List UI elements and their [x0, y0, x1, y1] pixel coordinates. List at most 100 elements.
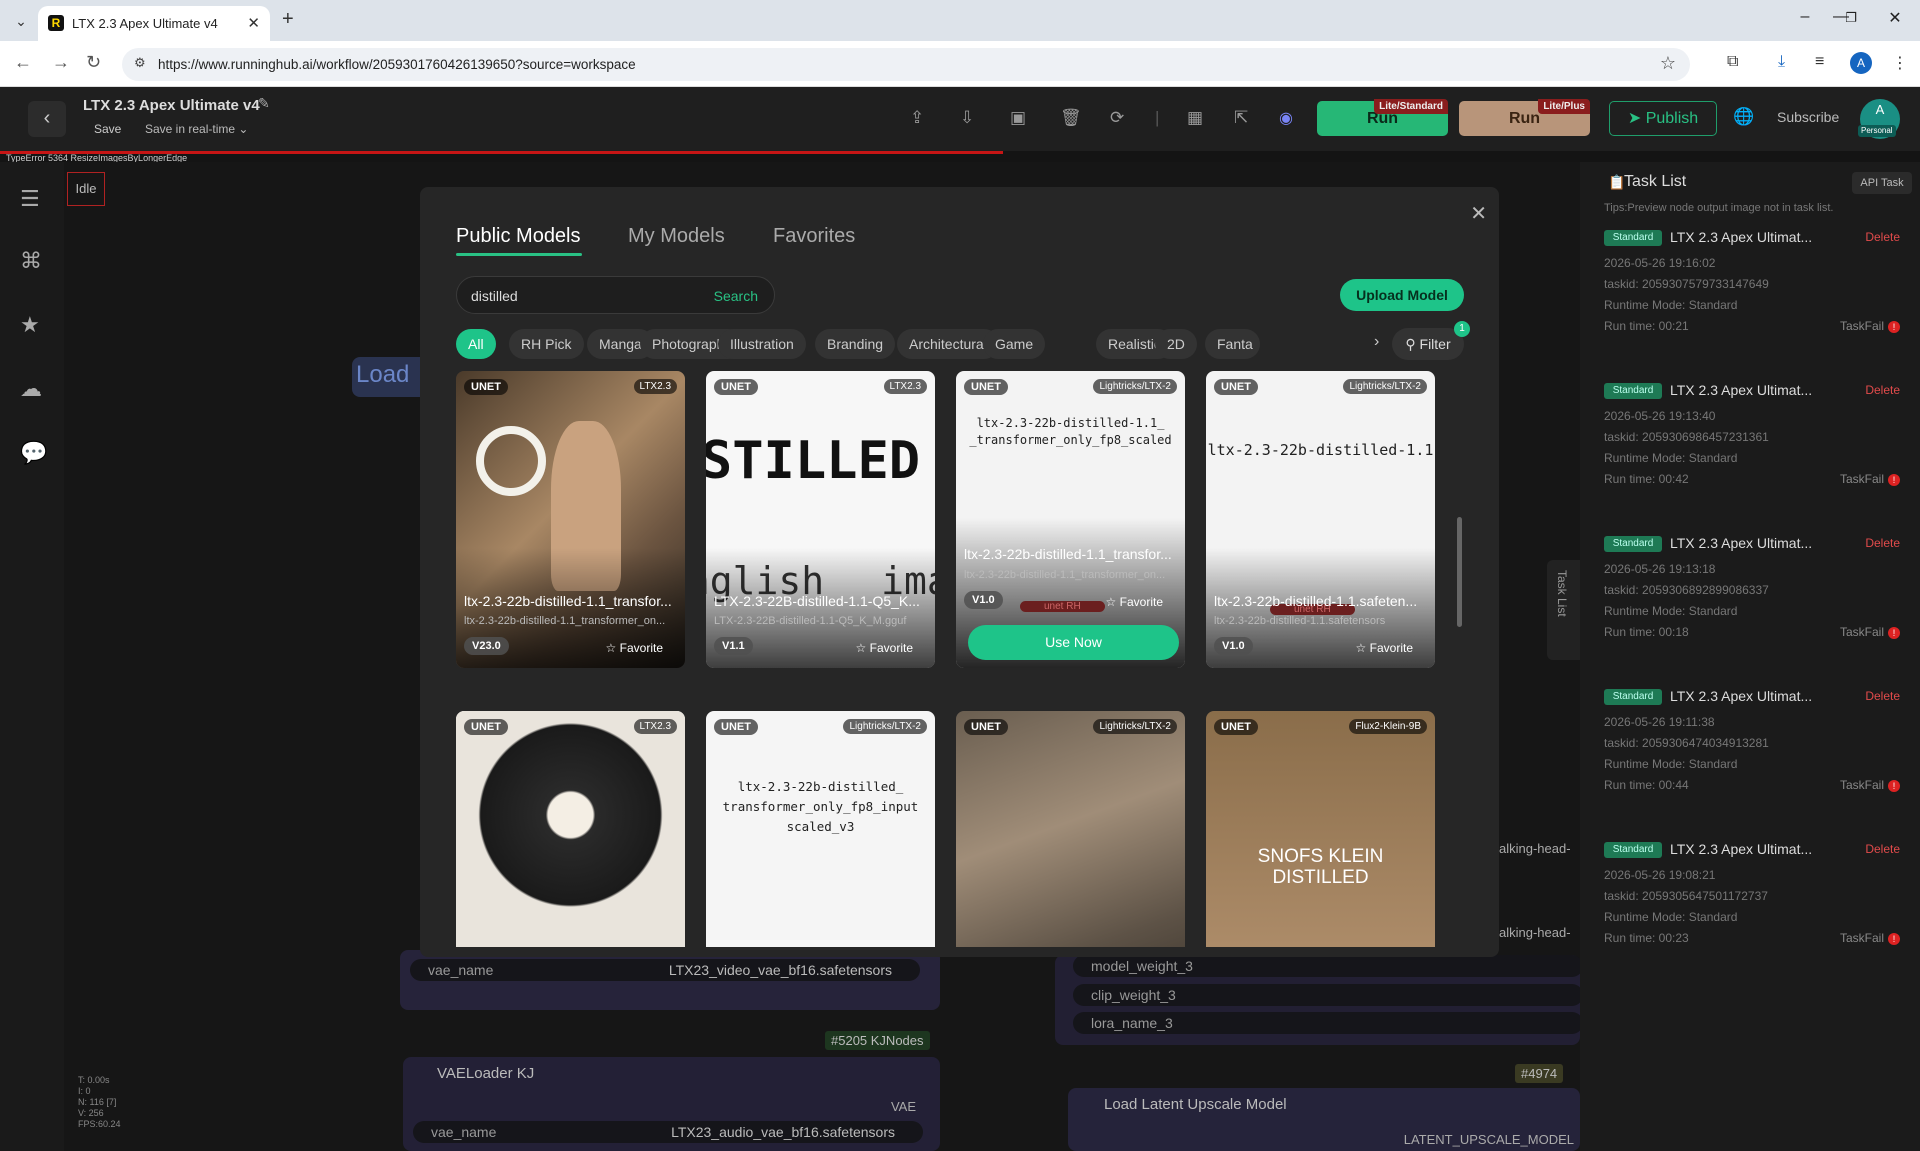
task-delete-button[interactable]: Delete: [1865, 536, 1900, 550]
model-card[interactable]: ltx-2.3-22b-distilled_ transformer_only_…: [706, 711, 935, 947]
filter-label: Filter: [1419, 336, 1451, 352]
model-card[interactable]: UNET Lightricks/LTX-2: [956, 711, 1185, 947]
media-icon[interactable]: ≡: [1815, 53, 1824, 71]
lora-name-field[interactable]: lora_name_3: [1073, 1012, 1583, 1034]
use-now-button[interactable]: Use Now: [968, 625, 1179, 660]
new-tab-icon[interactable]: +: [282, 8, 294, 31]
task-list-side-tab[interactable]: Task List: [1547, 560, 1580, 660]
model-card-hovered[interactable]: ltx-2.3-22b-distilled-1.1_ _transformer_…: [956, 371, 1185, 668]
tab-my-models[interactable]: My Models: [628, 225, 725, 248]
model-card[interactable]: ltx-2.3-22b-distilled-1.1 UNET Lightrick…: [1206, 371, 1435, 668]
profile-avatar[interactable]: A: [1850, 52, 1872, 74]
task-id: taskid: 2059305647501172737: [1604, 889, 1768, 903]
task-fail-status[interactable]: TaskFail!: [1840, 472, 1900, 486]
forward-arrow-icon[interactable]: →: [52, 52, 70, 73]
grid-icon[interactable]: ▦: [1187, 108, 1203, 128]
filter-button[interactable]: ⚲ Filter: [1392, 328, 1464, 360]
bookmark-star-icon[interactable]: ☆: [1660, 53, 1676, 74]
category-chip[interactable]: Game: [983, 329, 1046, 359]
chevron-right-icon[interactable]: ›: [1374, 333, 1379, 351]
restore-window-icon[interactable]: ❐: [1836, 10, 1866, 26]
subscribe-link[interactable]: Subscribe: [1777, 109, 1839, 125]
category-chip[interactable]: Fanta: [1205, 329, 1260, 359]
model-card[interactable]: UNET LTX2.3: [456, 711, 685, 947]
task-item[interactable]: Standard LTX 2.3 Apex Ultimat... Delete 202…: [1604, 535, 1900, 676]
workflow-icon[interactable]: ⌘: [20, 248, 42, 274]
tab-favorites[interactable]: Favorites: [773, 225, 855, 248]
task-item[interactable]: Standard LTX 2.3 Apex Ultimat... Delete 202…: [1604, 688, 1900, 829]
browser-menu-icon[interactable]: ⋮: [1892, 53, 1908, 73]
model-card[interactable]: STILLED nglish ima UNET LTX2.3 LTX-2.3-2…: [706, 371, 935, 668]
favorite-button[interactable]: ☆ Favorite: [1356, 641, 1413, 655]
grid-scrollbar[interactable]: [1457, 517, 1462, 627]
upload-icon[interactable]: ⇪: [910, 108, 924, 128]
api-task-button[interactable]: API Task: [1852, 172, 1912, 194]
document-icon[interactable]: ☰: [20, 186, 40, 212]
run-plus-button[interactable]: Run Lite/Plus: [1459, 99, 1590, 136]
tab-list-dropdown-icon[interactable]: ⌄: [10, 10, 32, 32]
task-fail-status[interactable]: TaskFail!: [1840, 931, 1900, 945]
task-delete-button[interactable]: Delete: [1865, 842, 1900, 856]
url-field[interactable]: ⚙ https://www.runninghub.ai/workflow/205…: [122, 48, 1690, 81]
category-chip[interactable]: Branding: [815, 329, 896, 359]
search-input[interactable]: distilled Search: [456, 276, 775, 314]
category-chip[interactable]: Illustration: [718, 329, 806, 359]
category-chip[interactable]: 2D: [1155, 329, 1197, 359]
clip-weight-field[interactable]: clip_weight_3: [1073, 984, 1583, 1006]
chat-icon[interactable]: 💬: [20, 440, 47, 466]
lora-node[interactable]: model_weight_3 clip_weight_3 lora_name_3: [1055, 955, 1583, 1045]
task-delete-button[interactable]: Delete: [1865, 689, 1900, 703]
vae-loader-node[interactable]: vae_name LTX23_video_vae_bf16.safetensor…: [400, 950, 940, 1010]
extensions-icon[interactable]: ⧉: [1727, 53, 1738, 71]
category-chip[interactable]: All: [456, 329, 496, 359]
close-tab-icon[interactable]: ✕: [247, 14, 260, 32]
task-fail-status[interactable]: TaskFail!: [1840, 625, 1900, 639]
refresh-icon[interactable]: ⟳: [1110, 108, 1124, 128]
task-fail-status[interactable]: TaskFail!: [1840, 319, 1900, 333]
favorite-button[interactable]: ☆ Favorite: [856, 641, 913, 655]
favorite-button[interactable]: ☆ Favorite: [1106, 595, 1163, 609]
task-delete-button[interactable]: Delete: [1865, 230, 1900, 244]
favorite-button[interactable]: ☆ Favorite: [606, 641, 663, 655]
task-fail-status[interactable]: TaskFail!: [1840, 778, 1900, 792]
model-card[interactable]: UNET LTX2.3 ltx-2.3-22b-distilled-1.1_tr…: [456, 371, 685, 668]
edit-title-icon[interactable]: ✎: [258, 95, 270, 112]
user-avatar[interactable]: A Personal: [1858, 99, 1900, 139]
cloud-icon[interactable]: ☁: [20, 376, 42, 402]
globe-icon[interactable]: 🌐: [1733, 107, 1754, 127]
task-item[interactable]: Standard LTX 2.3 Apex Ultimat... Delete 202…: [1604, 841, 1900, 982]
publish-button[interactable]: ➤ Publish: [1609, 101, 1717, 136]
image-icon[interactable]: ▣: [1010, 108, 1026, 128]
reload-icon[interactable]: ↻: [86, 52, 101, 73]
browser-tab-active[interactable]: R LTX 2.3 Apex Ultimate v4 ✕: [38, 6, 270, 41]
upload-model-button[interactable]: Upload Model: [1340, 279, 1464, 311]
download-icon[interactable]: ⇩: [960, 108, 974, 128]
tab-public-models[interactable]: Public Models: [456, 225, 581, 248]
search-button[interactable]: Search: [714, 288, 758, 304]
model-weight-field[interactable]: model_weight_3: [1073, 955, 1583, 977]
site-info-icon[interactable]: ⚙: [134, 55, 146, 71]
trash-icon[interactable]: 🗑: [1060, 108, 1082, 128]
category-chip[interactable]: RH Pick: [509, 329, 584, 359]
vae-video-field[interactable]: vae_name LTX23_video_vae_bf16.safetensor…: [410, 959, 920, 981]
save-mode-dropdown[interactable]: Save in real-time ⌄: [145, 122, 248, 136]
run-standard-button[interactable]: Run Lite/Standard: [1317, 99, 1448, 136]
close-icon[interactable]: ✕: [1470, 201, 1487, 226]
export-icon[interactable]: ⇱: [1234, 108, 1248, 128]
star-icon[interactable]: ★: [20, 312, 40, 338]
task-item[interactable]: Standard LTX 2.3 Apex Ultimat... Delete 202…: [1604, 229, 1900, 370]
vae-loader-kj-node[interactable]: VAELoader KJ VAE vae_name LTX23_audio_va…: [403, 1057, 940, 1151]
task-delete-button[interactable]: Delete: [1865, 383, 1900, 397]
discord-icon[interactable]: ◉: [1279, 108, 1293, 128]
task-item[interactable]: Standard LTX 2.3 Apex Ultimat... Delete 202…: [1604, 382, 1900, 523]
model-card[interactable]: SNOFS KLEIN DISTILLED UNET Flux2-Klein-9…: [1206, 711, 1435, 947]
vae-audio-field[interactable]: vae_name LTX23_audio_vae_bf16.safetensor…: [413, 1121, 923, 1143]
minimize-window-icon[interactable]: –: [1790, 8, 1820, 26]
save-button[interactable]: Save: [94, 122, 121, 136]
back-button[interactable]: ‹: [28, 101, 66, 137]
model-filename: ltx-2.3-22b-distilled-1.1_transformer_on…: [464, 615, 666, 627]
download-icon[interactable]: ⤓: [1778, 53, 1785, 71]
close-window-icon[interactable]: ✕: [1880, 8, 1910, 28]
load-latent-upscale-node[interactable]: Load Latent Upscale Model LATENT_UPSCALE…: [1068, 1088, 1580, 1151]
back-arrow-icon[interactable]: ←: [14, 52, 32, 73]
